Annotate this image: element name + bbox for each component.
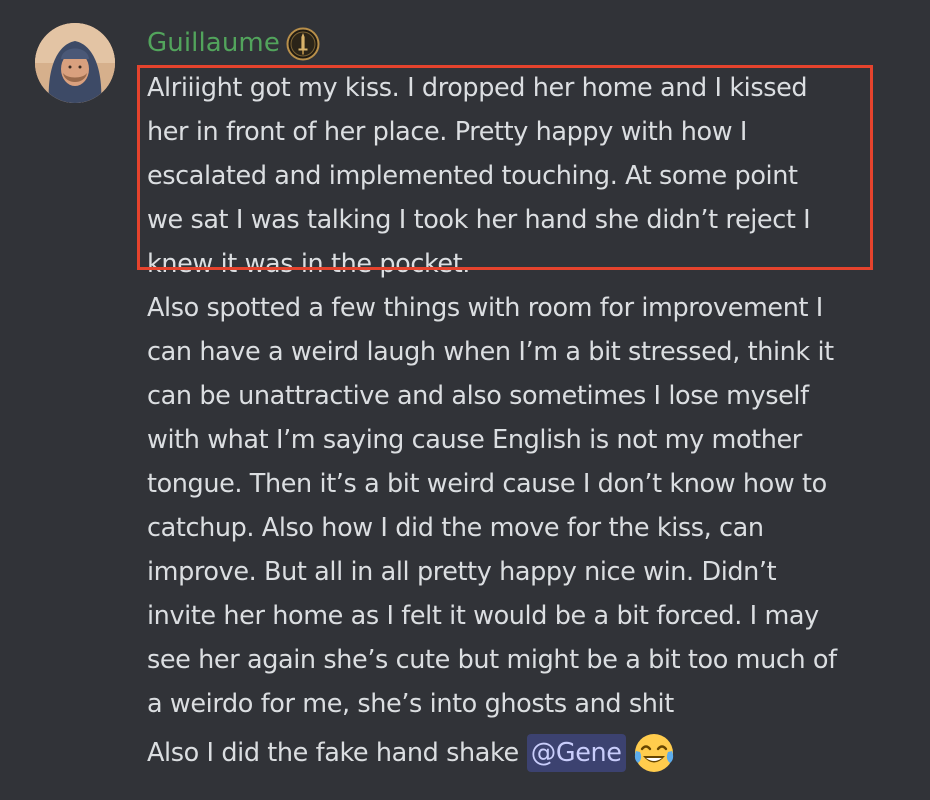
message-line: escalated and implemented touching. At s…	[147, 161, 798, 191]
message-line: tongue. Then it’s a bit weird cause I do…	[147, 469, 827, 499]
sword-badge-icon[interactable]	[286, 27, 320, 61]
message-line: improve. But all in all pretty happy nic…	[147, 557, 777, 587]
message-line: can be unattractive and also sometimes I…	[147, 381, 809, 411]
follow-up-text: Also I did the fake hand shake	[147, 738, 519, 768]
message-body: Alriiight got my kiss. I dropped her hom…	[147, 66, 902, 726]
message-line: Also spotted a few things with room for …	[147, 293, 823, 323]
message-line: can have a weird laugh when I’m a bit st…	[147, 337, 834, 367]
message-line: knew it was in the pocket.	[147, 249, 471, 279]
message-line: a weirdo for me, she’s into ghosts and s…	[147, 689, 674, 719]
message-line: her in front of her place. Pretty happy …	[147, 117, 748, 147]
message-line: catchup. Also how I did the move for the…	[147, 513, 764, 543]
message-line: see her again she’s cute but might be a …	[147, 645, 837, 675]
joy-emoji-icon	[632, 731, 676, 775]
follow-up-message: Also I did the fake hand shake @Gene	[147, 731, 676, 775]
message-line: we sat I was talking I took her hand she…	[147, 205, 811, 235]
message-line: with what I’m saying cause English is no…	[147, 425, 802, 455]
chat-message: Guillaume Alriiight got my kiss. I dropp…	[0, 0, 930, 800]
message-line: Alriiight got my kiss. I dropped her hom…	[147, 73, 808, 103]
avatar-image	[35, 23, 115, 103]
message-line: invite her home as I felt it would be a …	[147, 601, 819, 631]
message-header: Guillaume	[147, 24, 320, 62]
user-mention[interactable]: @Gene	[526, 734, 626, 772]
username[interactable]: Guillaume	[147, 25, 280, 61]
user-avatar[interactable]	[35, 23, 115, 103]
